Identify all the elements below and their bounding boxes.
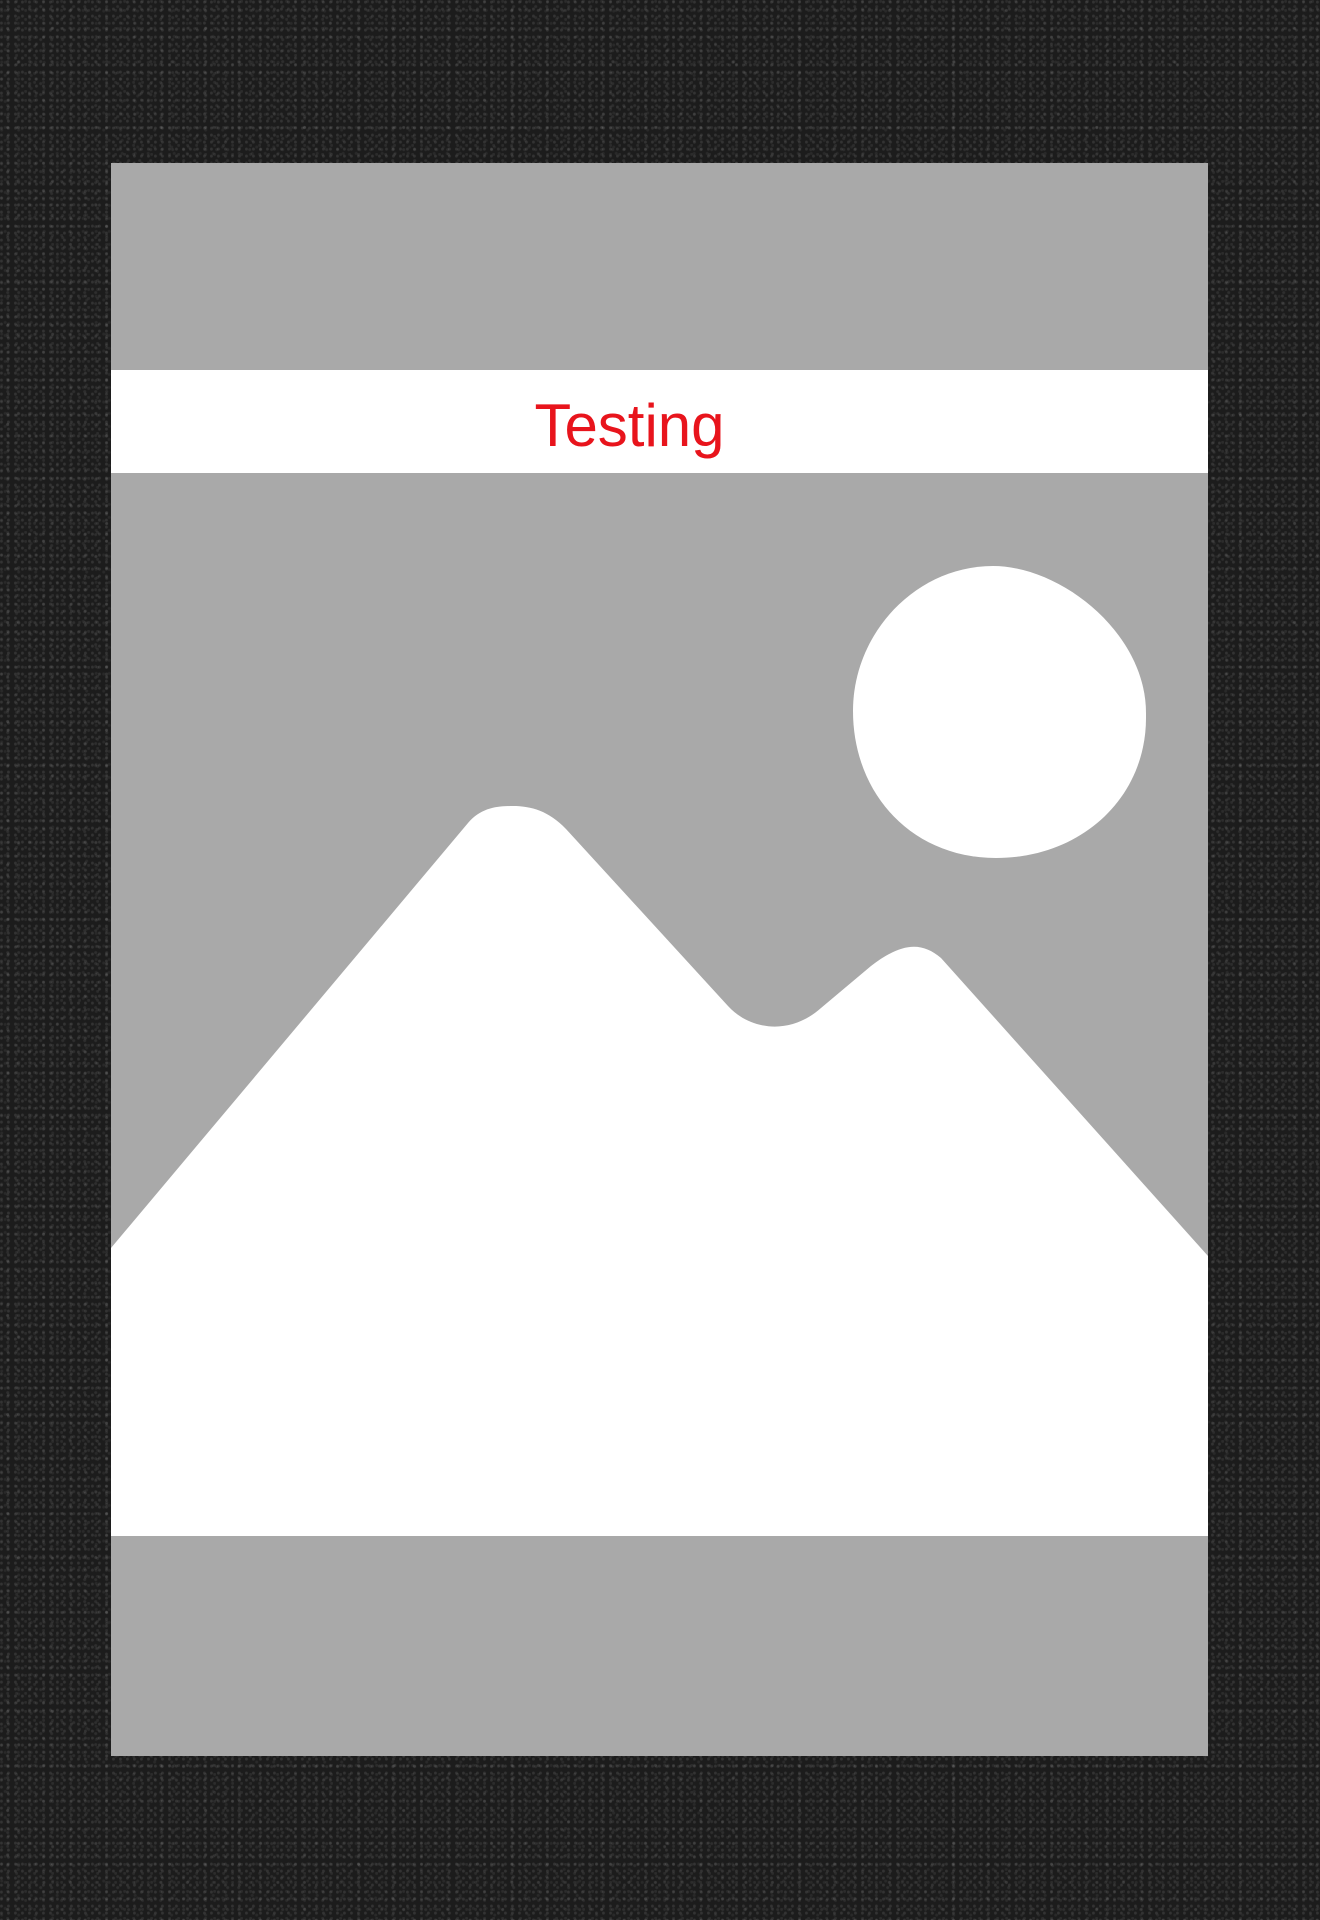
page-background: { "caption": { "text": "Testing" }, "pla… bbox=[0, 0, 1320, 1920]
bottom-band bbox=[111, 1536, 1208, 1756]
caption-text: Testing bbox=[534, 391, 725, 459]
image-card: Testing bbox=[111, 163, 1208, 1756]
caption-band: Testing bbox=[111, 370, 1208, 473]
